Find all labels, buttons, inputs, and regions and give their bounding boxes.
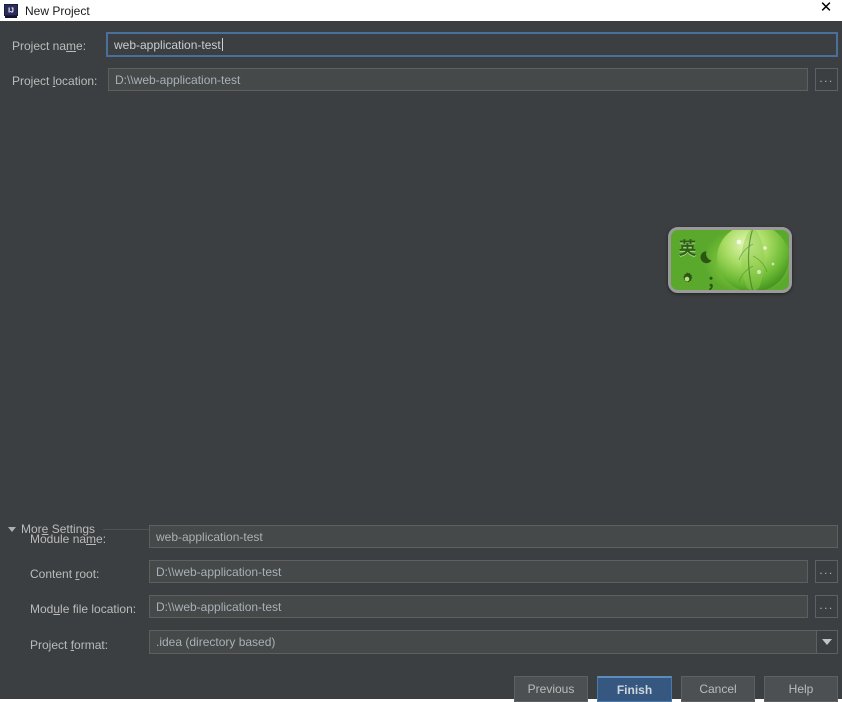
leaf-decoration-icon bbox=[717, 230, 789, 290]
project-location-value: D:\\web-application-test bbox=[115, 72, 241, 87]
moon-icon[interactable] bbox=[699, 249, 715, 265]
ime-mode-label[interactable]: 英 bbox=[679, 234, 696, 259]
module-name-input[interactable]: web-application-test bbox=[149, 525, 838, 548]
project-location-input[interactable]: D:\\web-application-test bbox=[108, 68, 808, 91]
project-location-browse-button[interactable]: ... bbox=[815, 68, 838, 91]
cancel-button[interactable]: Cancel bbox=[681, 676, 755, 702]
ime-punctuation-toggle[interactable]: ； bbox=[707, 268, 723, 290]
previous-button[interactable]: Previous bbox=[514, 676, 588, 702]
module-file-location-value: D:\\web-application-test bbox=[156, 599, 282, 614]
module-file-location-label: Module file location: bbox=[30, 602, 137, 616]
help-button[interactable]: Help bbox=[764, 676, 838, 702]
project-name-value: web-application-test bbox=[114, 37, 221, 52]
content-root-label: Content root: bbox=[30, 567, 100, 581]
module-name-label: Module name: bbox=[30, 532, 107, 546]
chevron-down-icon[interactable] bbox=[8, 526, 16, 532]
dialog-content: Project name: web-application-test Proje… bbox=[0, 21, 842, 702]
window-titlebar: IJ New Project ✕ bbox=[0, 0, 842, 21]
content-root-input[interactable]: D:\\web-application-test bbox=[149, 560, 808, 583]
ime-skin: 英 ； bbox=[671, 230, 789, 290]
module-file-location-input[interactable]: D:\\web-application-test bbox=[149, 595, 808, 618]
text-caret bbox=[221, 38, 223, 51]
project-format-value: .idea (directory based) bbox=[156, 635, 276, 649]
project-name-label: Project name: bbox=[12, 39, 87, 53]
content-root-value: D:\\web-application-test bbox=[156, 564, 282, 579]
content-root-browse-button[interactable]: ... bbox=[815, 560, 838, 583]
project-name-input[interactable]: web-application-test bbox=[106, 32, 838, 57]
module-name-value: web-application-test bbox=[156, 529, 263, 544]
project-location-label: Project location: bbox=[12, 74, 98, 88]
project-format-dropdown-button[interactable] bbox=[816, 631, 837, 653]
project-format-select[interactable]: .idea (directory based) bbox=[149, 630, 838, 654]
svg-text:IJ: IJ bbox=[8, 7, 14, 14]
new-project-dialog: IJ New Project ✕ Project name: web-appli… bbox=[0, 0, 842, 702]
gear-icon[interactable] bbox=[679, 271, 695, 287]
project-format-label: Project format: bbox=[30, 638, 109, 652]
module-file-location-browse-button[interactable]: ... bbox=[815, 595, 838, 618]
finish-button[interactable]: Finish bbox=[597, 676, 672, 702]
chevron-down-icon bbox=[822, 639, 832, 645]
ime-floating-toolbar[interactable]: 英 ； bbox=[668, 227, 792, 293]
intellij-idea-icon: IJ bbox=[4, 3, 18, 18]
close-icon[interactable]: ✕ bbox=[812, 0, 840, 18]
window-title: New Project bbox=[25, 3, 90, 18]
